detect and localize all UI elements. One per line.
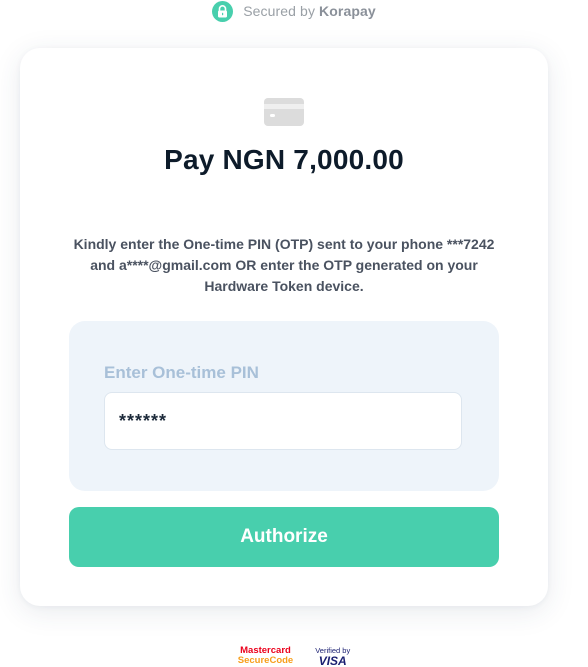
authorize-button[interactable]: Authorize: [69, 507, 499, 567]
mastercard-securecode-badge: Mastercard SecureCode: [238, 646, 293, 666]
otp-pin-input[interactable]: [104, 392, 462, 450]
otp-instruction: Kindly enter the One-time PIN (OTP) sent…: [73, 236, 495, 294]
credit-card-icon: [264, 98, 304, 126]
security-badges: Mastercard SecureCode Verified by VISA: [0, 646, 588, 667]
secured-by-text: Secured by Korapay: [243, 3, 376, 19]
secured-by-header: Secured by Korapay: [0, 0, 588, 22]
checkout-page: Secured by Korapay Pay NGN 7,000.00 Kind…: [0, 0, 588, 667]
visa-badge-line2: VISA: [318, 654, 347, 667]
verified-by-visa-badge: Verified by VISA: [315, 646, 350, 667]
pin-label: Enter One-time PIN: [104, 363, 259, 382]
pay-amount-title: Pay NGN 7,000.00: [164, 144, 404, 175]
pin-entry-panel: Enter One-time PIN: [69, 321, 499, 491]
payment-card: Pay NGN 7,000.00 Kindly enter the One-ti…: [20, 48, 548, 606]
mastercard-badge-line2: SecureCode: [237, 655, 294, 666]
secured-prefix: Secured by: [243, 3, 320, 19]
lock-icon: [212, 0, 234, 22]
brand-name: Korapay: [319, 3, 376, 19]
